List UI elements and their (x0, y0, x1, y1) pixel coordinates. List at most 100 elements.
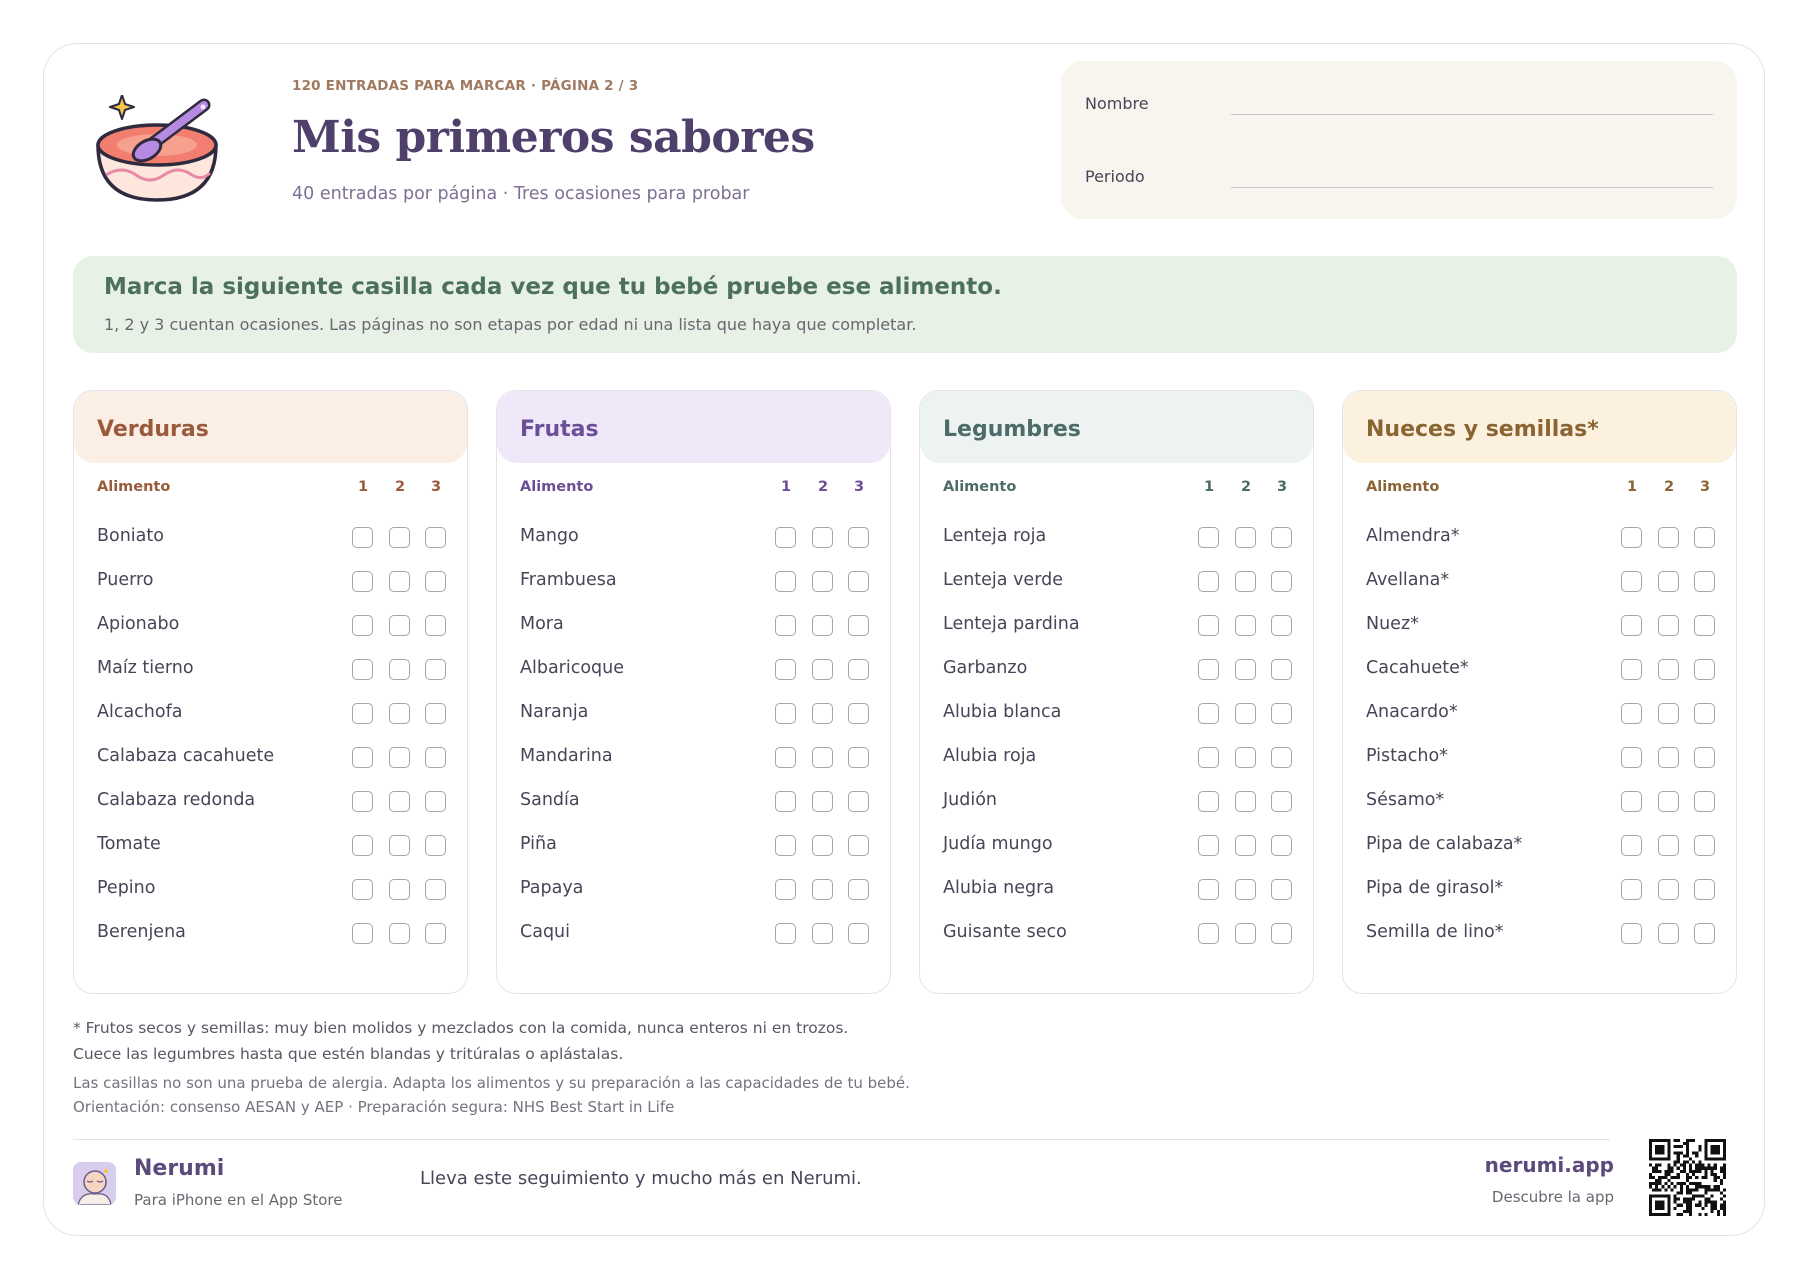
tasting-checkbox[interactable] (389, 791, 410, 812)
tasting-checkbox[interactable] (1235, 615, 1256, 636)
tasting-checkbox[interactable] (1658, 747, 1679, 768)
tasting-checkbox[interactable] (1271, 615, 1292, 636)
tasting-checkbox[interactable] (1694, 703, 1715, 724)
tasting-checkbox[interactable] (1621, 527, 1642, 548)
tasting-checkbox[interactable] (1694, 835, 1715, 856)
tasting-checkbox[interactable] (425, 659, 446, 680)
tasting-checkbox[interactable] (352, 879, 373, 900)
tasting-checkbox[interactable] (1621, 615, 1642, 636)
name-field[interactable] (1231, 114, 1713, 115)
tasting-checkbox[interactable] (1271, 923, 1292, 944)
tasting-checkbox[interactable] (848, 879, 869, 900)
tasting-checkbox[interactable] (1235, 571, 1256, 592)
tasting-checkbox[interactable] (775, 571, 796, 592)
tasting-checkbox[interactable] (848, 615, 869, 636)
tasting-checkbox[interactable] (812, 923, 833, 944)
tasting-checkbox[interactable] (1621, 791, 1642, 812)
tasting-checkbox[interactable] (848, 835, 869, 856)
tasting-checkbox[interactable] (352, 703, 373, 724)
tasting-checkbox[interactable] (1198, 747, 1219, 768)
tasting-checkbox[interactable] (1198, 615, 1219, 636)
tasting-checkbox[interactable] (775, 615, 796, 636)
tasting-checkbox[interactable] (1621, 703, 1642, 724)
tasting-checkbox[interactable] (352, 659, 373, 680)
tasting-checkbox[interactable] (352, 923, 373, 944)
tasting-checkbox[interactable] (352, 791, 373, 812)
tasting-checkbox[interactable] (425, 835, 446, 856)
tasting-checkbox[interactable] (1271, 527, 1292, 548)
tasting-checkbox[interactable] (812, 879, 833, 900)
tasting-checkbox[interactable] (1694, 747, 1715, 768)
tasting-checkbox[interactable] (1621, 879, 1642, 900)
tasting-checkbox[interactable] (1235, 659, 1256, 680)
tasting-checkbox[interactable] (1621, 659, 1642, 680)
tasting-checkbox[interactable] (1235, 703, 1256, 724)
tasting-checkbox[interactable] (389, 571, 410, 592)
tasting-checkbox[interactable] (1694, 659, 1715, 680)
tasting-checkbox[interactable] (389, 923, 410, 944)
tasting-checkbox[interactable] (775, 791, 796, 812)
tasting-checkbox[interactable] (389, 703, 410, 724)
tasting-checkbox[interactable] (1198, 835, 1219, 856)
tasting-checkbox[interactable] (1271, 835, 1292, 856)
tasting-checkbox[interactable] (425, 747, 446, 768)
tasting-checkbox[interactable] (1658, 835, 1679, 856)
tasting-checkbox[interactable] (775, 879, 796, 900)
tasting-checkbox[interactable] (812, 791, 833, 812)
website-link[interactable]: nerumi.app (1485, 1153, 1614, 1177)
tasting-checkbox[interactable] (812, 747, 833, 768)
tasting-checkbox[interactable] (1198, 571, 1219, 592)
tasting-checkbox[interactable] (812, 703, 833, 724)
tasting-checkbox[interactable] (425, 527, 446, 548)
tasting-checkbox[interactable] (1658, 791, 1679, 812)
tasting-checkbox[interactable] (848, 791, 869, 812)
tasting-checkbox[interactable] (812, 659, 833, 680)
tasting-checkbox[interactable] (1198, 879, 1219, 900)
tasting-checkbox[interactable] (1694, 923, 1715, 944)
tasting-checkbox[interactable] (1694, 791, 1715, 812)
tasting-checkbox[interactable] (389, 747, 410, 768)
tasting-checkbox[interactable] (1235, 879, 1256, 900)
tasting-checkbox[interactable] (1658, 659, 1679, 680)
tasting-checkbox[interactable] (1235, 791, 1256, 812)
tasting-checkbox[interactable] (352, 835, 373, 856)
period-field[interactable] (1231, 187, 1713, 188)
tasting-checkbox[interactable] (812, 571, 833, 592)
tasting-checkbox[interactable] (1658, 527, 1679, 548)
tasting-checkbox[interactable] (1235, 527, 1256, 548)
tasting-checkbox[interactable] (352, 527, 373, 548)
tasting-checkbox[interactable] (1198, 659, 1219, 680)
tasting-checkbox[interactable] (812, 615, 833, 636)
tasting-checkbox[interactable] (425, 615, 446, 636)
tasting-checkbox[interactable] (812, 527, 833, 548)
tasting-checkbox[interactable] (1694, 615, 1715, 636)
tasting-checkbox[interactable] (1658, 879, 1679, 900)
tasting-checkbox[interactable] (1658, 703, 1679, 724)
tasting-checkbox[interactable] (848, 571, 869, 592)
tasting-checkbox[interactable] (848, 747, 869, 768)
tasting-checkbox[interactable] (1694, 571, 1715, 592)
tasting-checkbox[interactable] (1271, 747, 1292, 768)
tasting-checkbox[interactable] (848, 923, 869, 944)
tasting-checkbox[interactable] (425, 923, 446, 944)
tasting-checkbox[interactable] (1198, 527, 1219, 548)
tasting-checkbox[interactable] (1658, 615, 1679, 636)
tasting-checkbox[interactable] (425, 791, 446, 812)
tasting-checkbox[interactable] (775, 659, 796, 680)
tasting-checkbox[interactable] (1621, 571, 1642, 592)
tasting-checkbox[interactable] (389, 879, 410, 900)
tasting-checkbox[interactable] (352, 571, 373, 592)
tasting-checkbox[interactable] (812, 835, 833, 856)
tasting-checkbox[interactable] (1198, 923, 1219, 944)
tasting-checkbox[interactable] (1271, 879, 1292, 900)
tasting-checkbox[interactable] (1235, 835, 1256, 856)
tasting-checkbox[interactable] (1198, 703, 1219, 724)
tasting-checkbox[interactable] (1271, 571, 1292, 592)
tasting-checkbox[interactable] (1271, 659, 1292, 680)
tasting-checkbox[interactable] (389, 615, 410, 636)
tasting-checkbox[interactable] (1271, 791, 1292, 812)
tasting-checkbox[interactable] (352, 615, 373, 636)
tasting-checkbox[interactable] (389, 527, 410, 548)
tasting-checkbox[interactable] (1198, 791, 1219, 812)
tasting-checkbox[interactable] (352, 747, 373, 768)
